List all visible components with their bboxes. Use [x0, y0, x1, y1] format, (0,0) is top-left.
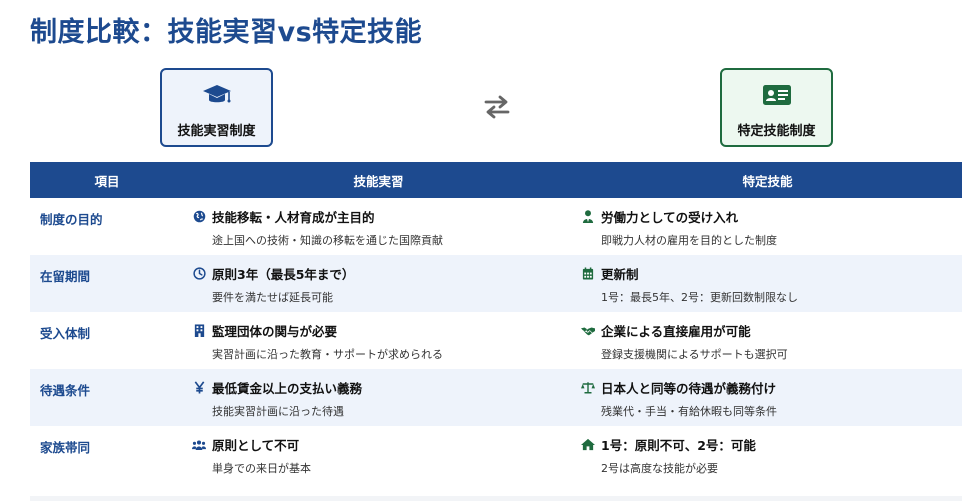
cell-sub-text: 技能実習計画に沿った待遇 [212, 405, 344, 418]
cell-sub-text: 2号は高度な技能が必要 [601, 462, 718, 475]
specified-skill-card: 特定技能制度 [720, 68, 833, 147]
home-icon [581, 438, 595, 452]
table-row: 在留期間 原則3年（最長5年まで） 要件を満たせば延長可能 更新制 1号：最長5… [30, 255, 962, 312]
cell-main-text: 最低賃金以上の支払い義務 [212, 381, 363, 396]
row-label: 在留期間 [40, 269, 91, 284]
table-header-row: 項目 技能実習 特定技能 [30, 162, 962, 198]
header-tech-intern: 技能実習 [184, 162, 573, 198]
header-specified-skill: 特定技能 [573, 162, 962, 198]
cell-main-text: 原則3年（最長5年まで） [212, 267, 355, 282]
cell-main-text: 企業による直接雇用が可能 [601, 324, 751, 339]
swap-arrows-icon [482, 95, 512, 119]
cell-main-text: 原則として不可 [212, 438, 300, 453]
cell-main-text: 労働力としての受け入れ [601, 210, 739, 225]
user-tie-icon [581, 210, 595, 224]
handshake-icon [581, 324, 595, 338]
building-icon [192, 324, 206, 338]
cell-sub-text: 残業代・手当・有給休暇も同等条件 [601, 405, 777, 418]
clock-icon [192, 267, 206, 281]
cell-sub-text: 途上国への技術・知識の移転を通じた国際貢献 [212, 234, 443, 247]
row-label: 受入体制 [40, 326, 91, 341]
comparison-table: 項目 技能実習 特定技能 制度の目的 技能移転・人材育成が主目的 途上国への技術… [30, 162, 962, 483]
graduation-cap-icon [202, 82, 232, 108]
globe-icon [192, 210, 206, 224]
cell-sub-text: 実習計画に沿った教育・サポートが求められる [212, 348, 443, 361]
yen-icon [192, 381, 206, 395]
cell-sub-text: 即戦力人材の雇用を目的とした制度 [601, 234, 777, 247]
table-row: 家族帯同 原則として不可 単身での来日が基本 1号：原則不可、2号：可能 2号は… [30, 426, 962, 483]
page-title: 制度比較：技能実習vs特定技能 [30, 17, 423, 48]
table-row: 制度の目的 技能移転・人材育成が主目的 途上国への技術・知識の移転を通じた国際貢… [30, 198, 962, 255]
specified-skill-card-label: 特定技能制度 [737, 124, 816, 139]
table-row: 待遇条件 最低賃金以上の支払い義務 技能実習計画に沿った待遇 日本人と同等の待遇… [30, 369, 962, 426]
users-icon [192, 438, 206, 452]
cell-sub-text: 登録支援機関によるサポートも選択可 [601, 348, 788, 361]
cell-sub-text: 要件を満たせば延長可能 [212, 291, 333, 304]
row-label: 待遇条件 [40, 383, 91, 398]
cell-main-text: 更新制 [601, 267, 639, 282]
cell-main-text: 1号：原則不可、2号：可能 [601, 438, 756, 453]
cell-main-text: 日本人と同等の待遇が義務付け [601, 381, 777, 396]
row-label: 家族帯同 [40, 440, 91, 455]
row-label: 制度の目的 [40, 212, 103, 227]
bottom-divider [30, 496, 962, 501]
id-card-icon [762, 82, 792, 108]
tech-intern-card-label: 技能実習制度 [177, 124, 256, 139]
table-row: 受入体制 監理団体の関与が必要 実習計画に沿った教育・サポートが求められる 企業… [30, 312, 962, 369]
tech-intern-card: 技能実習制度 [160, 68, 273, 147]
cell-sub-text: 単身での来日が基本 [212, 462, 311, 475]
header-item: 項目 [30, 162, 184, 198]
cell-main-text: 監理団体の関与が必要 [212, 324, 338, 339]
scale-icon [581, 381, 595, 395]
cell-sub-text: 1号：最長5年、2号：更新回数制限なし [601, 291, 798, 304]
cell-main-text: 技能移転・人材育成が主目的 [212, 210, 375, 225]
calendar-icon [581, 267, 595, 281]
